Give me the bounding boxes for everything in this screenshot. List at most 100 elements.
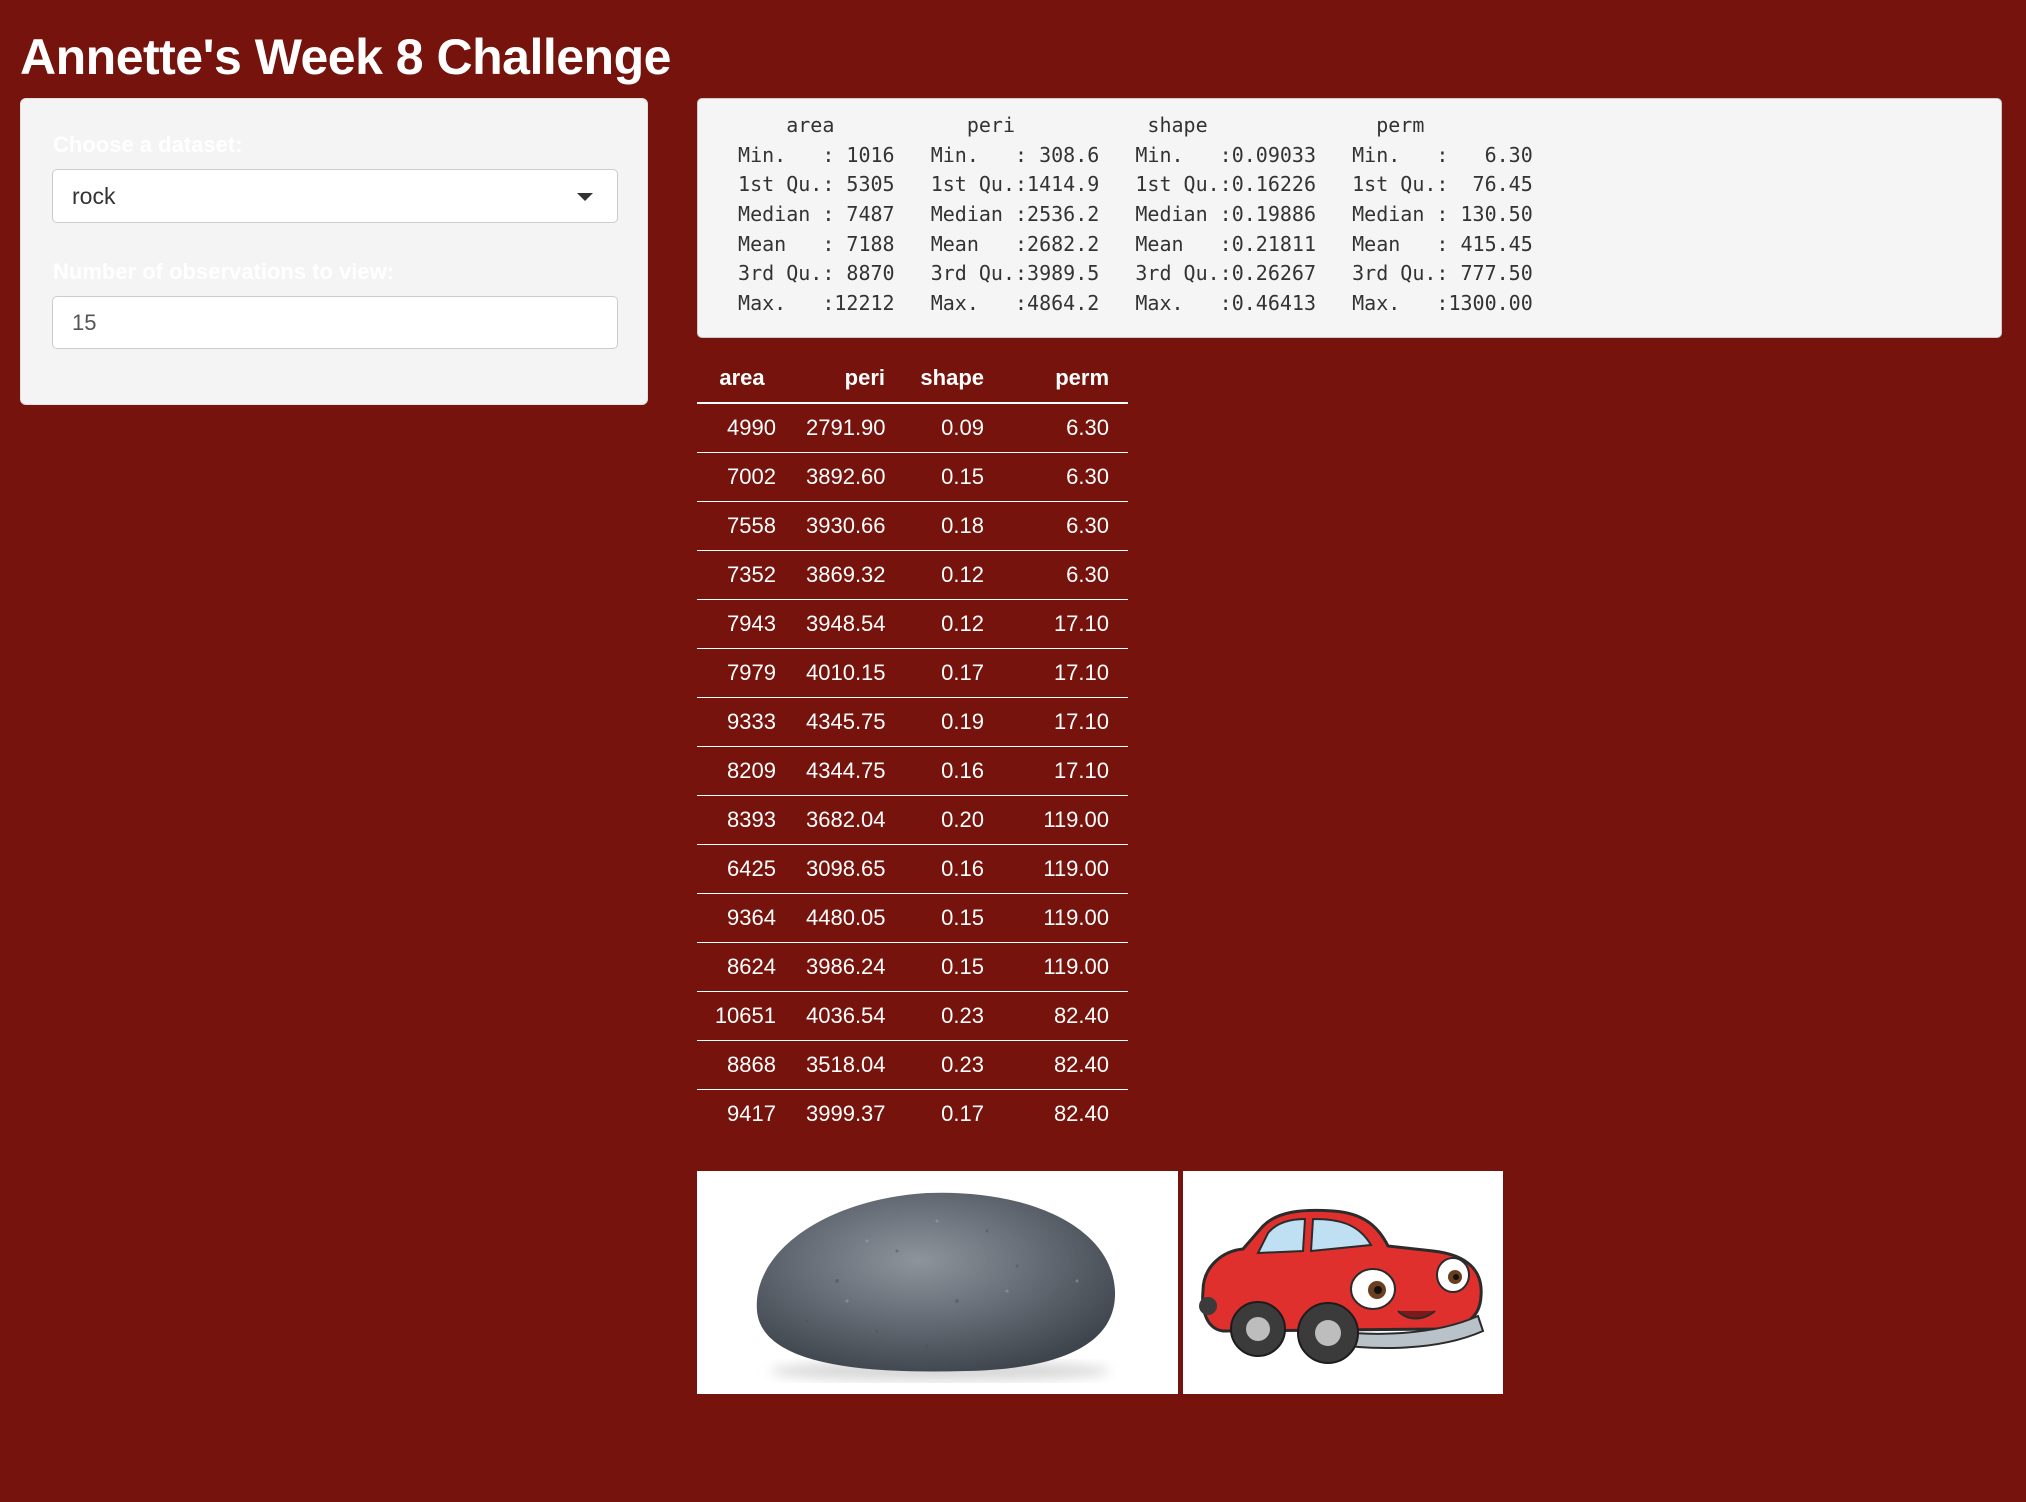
table-row: 8209 4344.75 0.16 17.10 [697, 746, 1128, 796]
rock-image [697, 1171, 1178, 1394]
table-row: 7979 4010.15 0.17 17.10 [697, 648, 1128, 698]
table-row: 7943 3948.54 0.12 17.10 [697, 599, 1128, 649]
table-cell-shape: 0.09 [904, 403, 1003, 453]
table-cell-perm: 119.00 [1003, 844, 1128, 894]
table-cell-shape: 0.16 [904, 746, 1003, 796]
table-cell-shape: 0.12 [904, 599, 1003, 649]
table-cell-shape: 0.16 [904, 844, 1003, 894]
dataset-label: Choose a dataset: [53, 132, 243, 157]
table-cell-perm: 6.30 [1003, 550, 1128, 600]
table-row: 7352 3869.32 0.12 6.30 [697, 550, 1128, 600]
table-cell-perm: 17.10 [1003, 697, 1128, 747]
table-cell-shape: 0.17 [941, 1100, 984, 1126]
caret-down-icon [577, 193, 593, 201]
table-cell-perm: 6.30 [1003, 501, 1128, 551]
table-cell-peri: 3986.24 [787, 942, 904, 992]
summary-line: area peri shape perm [726, 113, 1509, 137]
table-cell-shape: 0.19 [904, 697, 1003, 747]
dataset-select[interactable]: rock [52, 169, 618, 223]
table-row: 9417 3999.37 0.17 82.40 [697, 1089, 1128, 1138]
observations-table: area peri shape perm 4990 2791.90 0.09 6.30… [697, 354, 1128, 1138]
table-cell-perm: 82.40 [1003, 1040, 1128, 1090]
table-cell-perm: 17.10 [1003, 746, 1128, 796]
table-row: 10651 4036.54 0.23 82.40 [697, 991, 1128, 1041]
car-image [1183, 1171, 1503, 1394]
table-cell-area: 8393 [697, 795, 787, 845]
table-cell-perm: 6.30 [1003, 452, 1128, 502]
table-cell-area: 6425 [697, 844, 787, 894]
table-cell-peri: 3869.32 [787, 550, 904, 600]
table-cell-perm: 82.40 [1003, 991, 1128, 1041]
observations-label: Number of observations to view: [53, 259, 395, 284]
table-cell-shape: 0.20 [904, 795, 1003, 845]
table-cell-shape: 0.23 [904, 991, 1003, 1041]
table-cell-perm: 119.00 [1003, 795, 1128, 845]
table-cell-shape: 0.15 [904, 452, 1003, 502]
table-cell-peri: 4345.75 [787, 697, 904, 747]
table-cell-perm: 6.30 [1003, 403, 1128, 453]
dataset-select-value: rock [72, 183, 116, 209]
table-cell-peri: 3098.65 [787, 844, 904, 894]
table-cell-perm: 17.10 [1003, 648, 1128, 698]
table-cell-area: 9333 [697, 697, 787, 747]
table-cell-area: 8868 [697, 1040, 787, 1090]
table-cell-peri: 3892.60 [787, 452, 904, 502]
table-cell-area: 7943 [697, 599, 787, 649]
table-cell-peri: 3999.37 [806, 1100, 886, 1126]
table-cell-shape: 0.15 [904, 942, 1003, 992]
column-header-peri: peri [787, 354, 904, 404]
table-cell-shape: 0.12 [904, 550, 1003, 600]
table-cell-area: 7558 [697, 501, 787, 551]
table-cell-peri: 2791.90 [787, 403, 904, 453]
table-cell-peri: 4010.15 [787, 648, 904, 698]
table-cell-shape: 0.17 [904, 648, 1003, 698]
table-cell-area: 4990 [697, 403, 787, 453]
table-cell-shape: 0.18 [904, 501, 1003, 551]
table-cell-perm: 17.10 [1003, 599, 1128, 649]
table-row: 4990 2791.90 0.09 6.30 [697, 403, 1128, 453]
table-cell-area: 8209 [697, 746, 787, 796]
column-header-area: area [697, 354, 787, 404]
table-cell-area: 7979 [697, 648, 787, 698]
car-illustration [1199, 1208, 1485, 1364]
column-header-shape: shape [904, 354, 1003, 404]
table-row: 6425 3098.65 0.16 119.00 [697, 844, 1128, 894]
summary-line: Min. : 1016 Min. : 308.6 Min. :0.09033 M… [726, 142, 1557, 167]
table-cell-area: 9417 [727, 1100, 776, 1126]
table-row: 9333 4345.75 0.19 17.10 [697, 697, 1128, 747]
page-title: Annette's Week 8 Challenge [20, 29, 671, 85]
table-row: 8624 3986.24 0.15 119.00 [697, 942, 1128, 992]
summary-line: Median : 7487 Median :2536.2 Median :0.1… [726, 202, 1557, 227]
table-cell-perm: 82.40 [1053, 1100, 1109, 1126]
table-cell-perm: 119.00 [1003, 942, 1128, 992]
table-cell-shape: 0.15 [904, 893, 1003, 943]
rock-illustration [756, 1192, 1116, 1381]
summary-line: Mean : 7188 Mean :2682.2 Mean :0.21811 M… [726, 231, 1557, 256]
table-cell-peri: 4480.05 [787, 893, 904, 943]
observations-input[interactable]: 15 [52, 296, 618, 349]
table-cell-shape: 0.23 [904, 1040, 1003, 1090]
table-cell-peri: 4036.54 [787, 991, 904, 1041]
summary-line: Max. :12212 Max. :4864.2 Max. :0.46413 M… [726, 291, 1557, 316]
table-header-row: area peri shape perm [697, 354, 1128, 404]
sidebar-panel: Choose a dataset: rock Number of observa… [20, 98, 648, 405]
table-cell-peri: 3682.04 [787, 795, 904, 845]
table-cell-perm: 119.00 [1003, 893, 1128, 943]
summary-line: 1st Qu.: 5305 1st Qu.:1414.9 1st Qu.:0.1… [726, 172, 1557, 197]
table-row: 7002 3892.60 0.15 6.30 [697, 452, 1128, 502]
table-cell-area: 7352 [697, 550, 787, 600]
table-row: 9364 4480.05 0.15 119.00 [697, 893, 1128, 943]
table-cell-area: 10651 [697, 991, 787, 1041]
table-cell-peri: 3948.54 [787, 599, 904, 649]
table-cell-area: 7002 [697, 452, 787, 502]
table-cell-area: 9364 [697, 893, 787, 943]
table-row: 8393 3682.04 0.20 119.00 [697, 795, 1128, 845]
table-row: 7558 3930.66 0.18 6.30 [697, 501, 1128, 551]
table-cell-peri: 4344.75 [787, 746, 904, 796]
table-cell-peri: 3518.04 [787, 1040, 904, 1090]
summary-line: 3rd Qu.: 8870 3rd Qu.:3989.5 3rd Qu.:0.2… [726, 261, 1557, 286]
column-header-perm: perm [1003, 354, 1128, 404]
table-row: 8868 3518.04 0.23 82.40 [697, 1040, 1128, 1090]
summary-output: area peri shape perm Min. : 1016 Min. : … [697, 98, 2002, 338]
table-body: 4990 2791.90 0.09 6.30 7002 3892.60 0.15 6.30 75… [697, 403, 1128, 1138]
